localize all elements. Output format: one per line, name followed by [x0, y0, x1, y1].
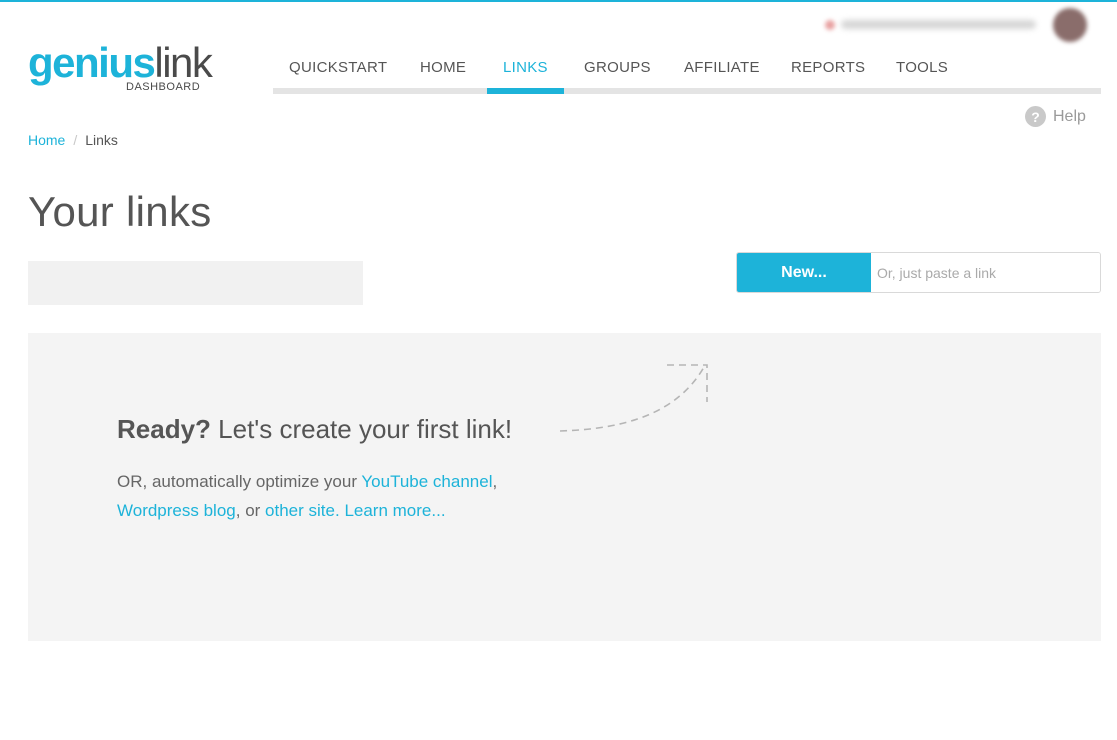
- other-site-link[interactable]: other site.: [265, 501, 340, 520]
- learn-more-link[interactable]: Learn more...: [344, 501, 445, 520]
- logo-part2: link: [154, 39, 213, 86]
- youtube-channel-link[interactable]: YouTube channel: [361, 472, 492, 491]
- breadcrumb-separator: /: [73, 132, 78, 148]
- avatar[interactable]: [1053, 8, 1087, 42]
- logo-subtitle: DASHBOARD: [126, 81, 201, 93]
- new-link-button[interactable]: New...: [737, 253, 871, 292]
- desc-mid: , or: [235, 501, 266, 520]
- filter-bar-placeholder: [28, 261, 363, 305]
- nav-item-quickstart[interactable]: QUICKSTART: [273, 50, 403, 94]
- nav-item-links[interactable]: LINKS: [487, 50, 564, 94]
- question-circle-icon: ?: [1025, 106, 1046, 127]
- desc-prefix: OR, automatically optimize your: [117, 472, 362, 491]
- account-menu[interactable]: [813, 6, 1093, 42]
- top-accent-line: [0, 0, 1117, 2]
- headline-bold: Ready?: [117, 414, 211, 444]
- empty-state-panel: Ready? Let's create your first link! OR,…: [28, 333, 1101, 641]
- logo-part1: genius: [28, 39, 156, 86]
- breadcrumb-current: Links: [85, 132, 118, 148]
- paste-link-input[interactable]: [871, 253, 1100, 292]
- account-email-blurred: [841, 20, 1036, 29]
- page-title: Your links: [28, 188, 212, 235]
- breadcrumb: Home / Links: [28, 132, 118, 148]
- desc-comma: ,: [492, 472, 498, 491]
- nav-item-home[interactable]: HOME: [404, 50, 482, 94]
- help-link[interactable]: ? Help: [1025, 106, 1086, 127]
- notification-icon: [825, 20, 835, 30]
- main-nav: QUICKSTART HOME LINKS GROUPS AFFILIATE R…: [273, 50, 1101, 96]
- nav-item-tools[interactable]: TOOLS: [880, 50, 964, 94]
- headline-rest: Let's create your first link!: [210, 414, 513, 444]
- help-label: Help: [1053, 107, 1086, 125]
- genius-link-logo[interactable]: geniuslink DASHBOARD: [28, 40, 218, 100]
- empty-state-headline: Ready? Let's create your first link!: [117, 414, 512, 445]
- empty-state-description: OR, automatically optimize your YouTube …: [117, 467, 577, 525]
- dashed-arrow-icon: [559, 364, 708, 432]
- new-link-group: New...: [736, 252, 1101, 293]
- wordpress-blog-link[interactable]: Wordpress blog: [117, 501, 236, 520]
- nav-item-groups[interactable]: GROUPS: [568, 50, 667, 94]
- nav-item-reports[interactable]: REPORTS: [775, 50, 881, 94]
- logo-wordmark: geniuslink: [28, 39, 213, 86]
- breadcrumb-home[interactable]: Home: [28, 132, 65, 148]
- nav-item-affiliate[interactable]: AFFILIATE: [668, 50, 776, 94]
